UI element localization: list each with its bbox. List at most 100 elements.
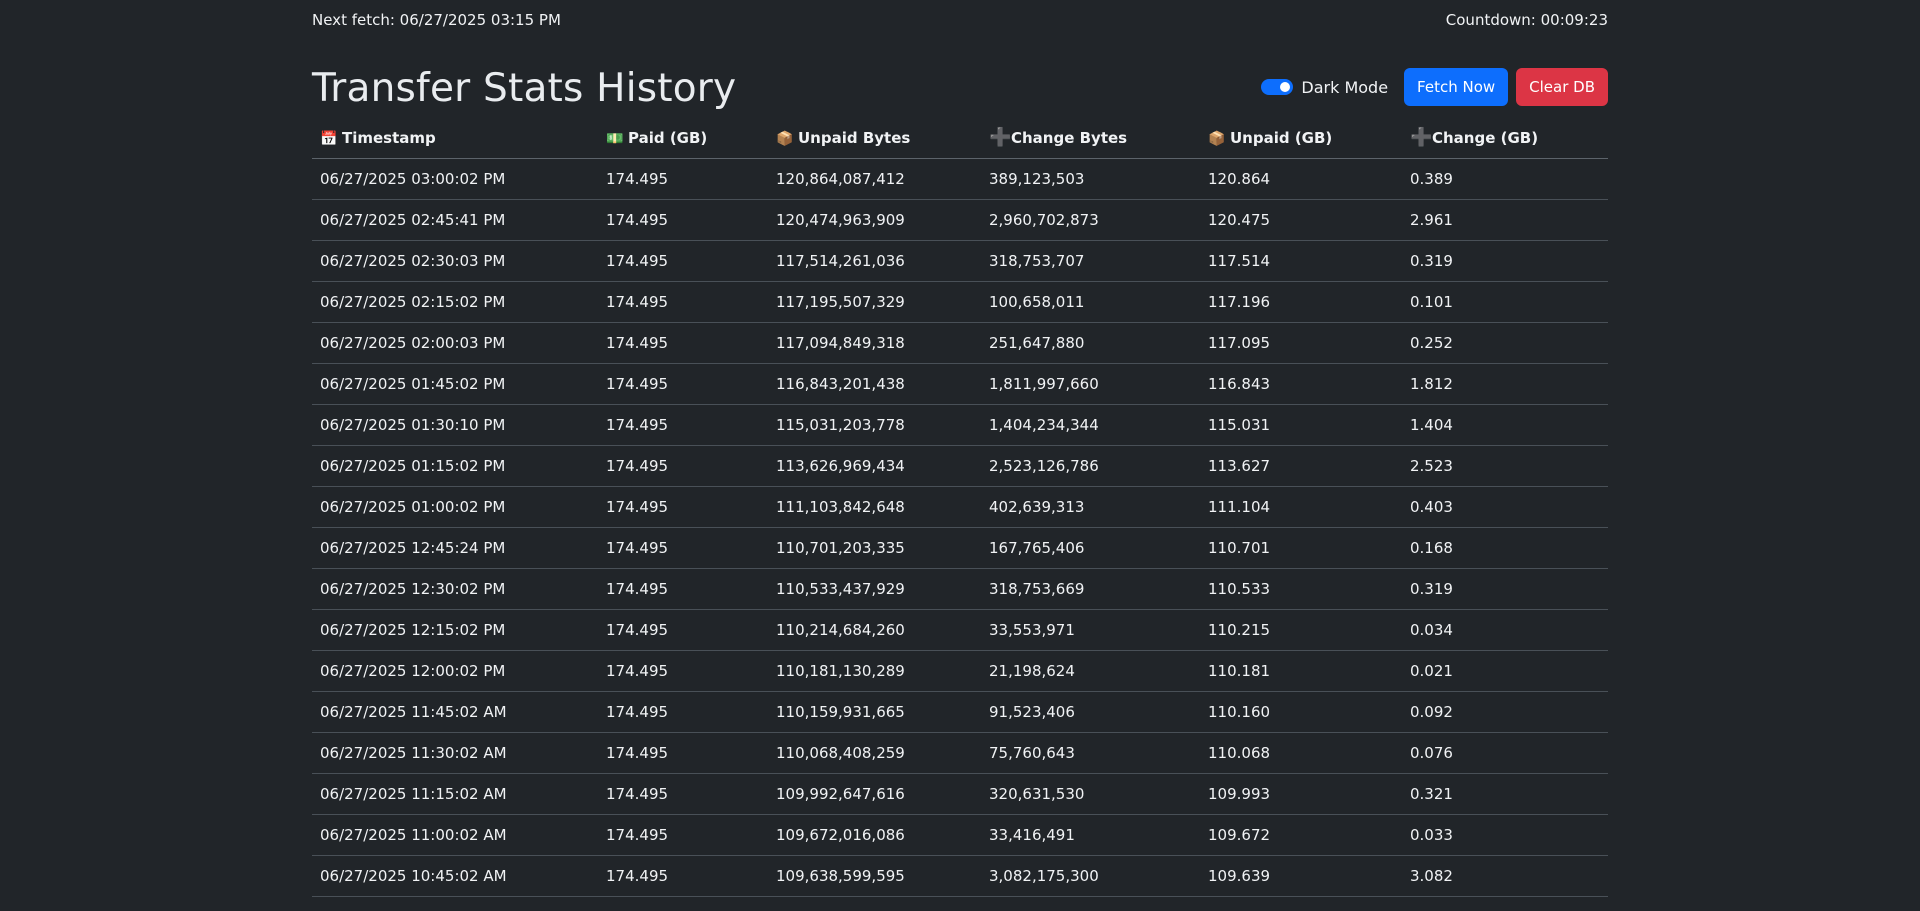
table-cell: 0.319 [1402, 568, 1608, 610]
table-cell: 113,626,969,434 [768, 445, 981, 487]
table-cell: 174.495 [598, 240, 768, 282]
table-cell: 174.495 [598, 363, 768, 405]
table-body: 06/27/2025 03:00:02 PM 174.495 120,864,087… [312, 158, 1608, 897]
table-cell: 389,123,503 [981, 158, 1200, 200]
fetch-now-button[interactable]: Fetch Now [1404, 68, 1509, 106]
table-cell: 2,960,702,873 [981, 199, 1200, 241]
table-cell: 117.196 [1200, 281, 1402, 323]
table-cell: 174.495 [598, 814, 768, 856]
table-cell: 1.812 [1402, 363, 1608, 405]
table-cell: 174.495 [598, 650, 768, 692]
table-cell: 0.076 [1402, 732, 1608, 774]
table-cell: 75,760,643 [981, 732, 1200, 774]
table-row: 06/27/2025 12:15:02 PM 174.495 110,214,684… [312, 609, 1608, 651]
table-cell: 0.021 [1402, 650, 1608, 692]
table-row: 06/27/2025 02:15:02 PM 174.495 117,195,507… [312, 281, 1608, 323]
table-cell: 2.523 [1402, 445, 1608, 487]
table-row: 06/27/2025 02:45:41 PM 174.495 120,474,963… [312, 199, 1608, 241]
table-cell: 174.495 [598, 855, 768, 897]
table-cell: 117.514 [1200, 240, 1402, 282]
clear-db-button[interactable]: Clear DB [1516, 68, 1608, 106]
transfer-stats-table: 📅 Timestamp 💵 Paid (GB) 📦 Unpaid Bytes ➕Change… [312, 117, 1608, 897]
table-cell: 06/27/2025 12:30:02 PM [312, 568, 598, 610]
package-icon: 📦 [1208, 130, 1226, 147]
column-header: 📅 Timestamp [312, 117, 598, 159]
table-cell: 117.095 [1200, 322, 1402, 364]
table-cell: 117,514,261,036 [768, 240, 981, 282]
table-cell: 110.533 [1200, 568, 1402, 610]
table-cell: 120,864,087,412 [768, 158, 981, 200]
table-cell: 33,416,491 [981, 814, 1200, 856]
table-cell: 320,631,530 [981, 773, 1200, 815]
table-cell: 174.495 [598, 404, 768, 446]
column-header: 💵 Paid (GB) [598, 117, 768, 159]
column-header: 📦 Unpaid Bytes [768, 117, 981, 159]
table-cell: 06/27/2025 01:45:02 PM [312, 363, 598, 405]
table-cell: 110.701 [1200, 527, 1402, 569]
table-cell: 111.104 [1200, 486, 1402, 528]
table-cell: 109.993 [1200, 773, 1402, 815]
table-cell: 0.403 [1402, 486, 1608, 528]
table-cell: 113.627 [1200, 445, 1402, 487]
table-cell: 0.319 [1402, 240, 1608, 282]
table-cell: 0.034 [1402, 609, 1608, 651]
table-cell: 109,672,016,086 [768, 814, 981, 856]
table-cell: 174.495 [598, 486, 768, 528]
table-cell: 174.495 [598, 322, 768, 364]
table-cell: 174.495 [598, 732, 768, 774]
table-cell: 0.389 [1402, 158, 1608, 200]
table-cell: 109,638,599,595 [768, 855, 981, 897]
table-cell: 109.639 [1200, 855, 1402, 897]
table-cell: 110,533,437,929 [768, 568, 981, 610]
table-cell: 06/27/2025 12:45:24 PM [312, 527, 598, 569]
table-cell: 116.843 [1200, 363, 1402, 405]
table-cell: 3.082 [1402, 855, 1608, 897]
column-header-label: Paid (GB) [628, 128, 708, 147]
table-cell: 0.092 [1402, 691, 1608, 733]
table-cell: 110,068,408,259 [768, 732, 981, 774]
dark-mode-label[interactable]: Dark Mode [1301, 78, 1388, 97]
table-cell: 06/27/2025 11:30:02 AM [312, 732, 598, 774]
table-row: 06/27/2025 12:45:24 PM 174.495 110,701,203… [312, 527, 1608, 569]
table-cell: 100,658,011 [981, 281, 1200, 323]
page-header: Transfer Stats History Dark Mode Fetch N… [312, 42, 1608, 117]
table-cell: 0.168 [1402, 527, 1608, 569]
table-cell: 174.495 [598, 281, 768, 323]
status-bar: Next fetch: 06/27/2025 03:15 PM Countdow… [312, 0, 1608, 42]
table-row: 06/27/2025 12:00:02 PM 174.495 110,181,130… [312, 650, 1608, 692]
table-cell: 0.033 [1402, 814, 1608, 856]
table-row: 06/27/2025 11:30:02 AM 174.495 110,068,408… [312, 732, 1608, 774]
table-cell: 06/27/2025 11:45:02 AM [312, 691, 598, 733]
table-cell: 120,474,963,909 [768, 199, 981, 241]
table-cell: 06/27/2025 10:45:02 AM [312, 855, 598, 897]
table-cell: 06/27/2025 02:45:41 PM [312, 199, 598, 241]
table-cell: 174.495 [598, 199, 768, 241]
table-cell: 115,031,203,778 [768, 404, 981, 446]
table-row: 06/27/2025 11:45:02 AM 174.495 110,159,931… [312, 691, 1608, 733]
page-container: Next fetch: 06/27/2025 03:15 PM Countdow… [312, 0, 1608, 897]
calendar-icon: 📅 [320, 130, 338, 147]
next-fetch-text: Next fetch: 06/27/2025 03:15 PM [312, 11, 561, 29]
table-cell: 91,523,406 [981, 691, 1200, 733]
table-cell: 174.495 [598, 773, 768, 815]
table-cell: 06/27/2025 02:15:02 PM [312, 281, 598, 323]
table-cell: 2.961 [1402, 199, 1608, 241]
table-cell: 109.672 [1200, 814, 1402, 856]
table-cell: 06/27/2025 03:00:02 PM [312, 158, 598, 200]
table-cell: 174.495 [598, 568, 768, 610]
table-cell: 0.252 [1402, 322, 1608, 364]
table-cell: 402,639,313 [981, 486, 1200, 528]
table-cell: 06/27/2025 11:00:02 AM [312, 814, 598, 856]
table-cell: 06/27/2025 11:15:02 AM [312, 773, 598, 815]
table-cell: 06/27/2025 02:00:03 PM [312, 322, 598, 364]
table-cell: 120.475 [1200, 199, 1402, 241]
table-row: 06/27/2025 02:30:03 PM 174.495 117,514,261… [312, 240, 1608, 282]
table-row: 06/27/2025 01:45:02 PM 174.495 116,843,201… [312, 363, 1608, 405]
table-row: 06/27/2025 12:30:02 PM 174.495 110,533,437… [312, 568, 1608, 610]
table-cell: 318,753,707 [981, 240, 1200, 282]
table-cell: 2,523,126,786 [981, 445, 1200, 487]
package-icon: 📦 [776, 130, 794, 147]
plus-icon: ➕ [989, 127, 1012, 148]
table-cell: 174.495 [598, 527, 768, 569]
dark-mode-toggle[interactable] [1261, 79, 1294, 95]
